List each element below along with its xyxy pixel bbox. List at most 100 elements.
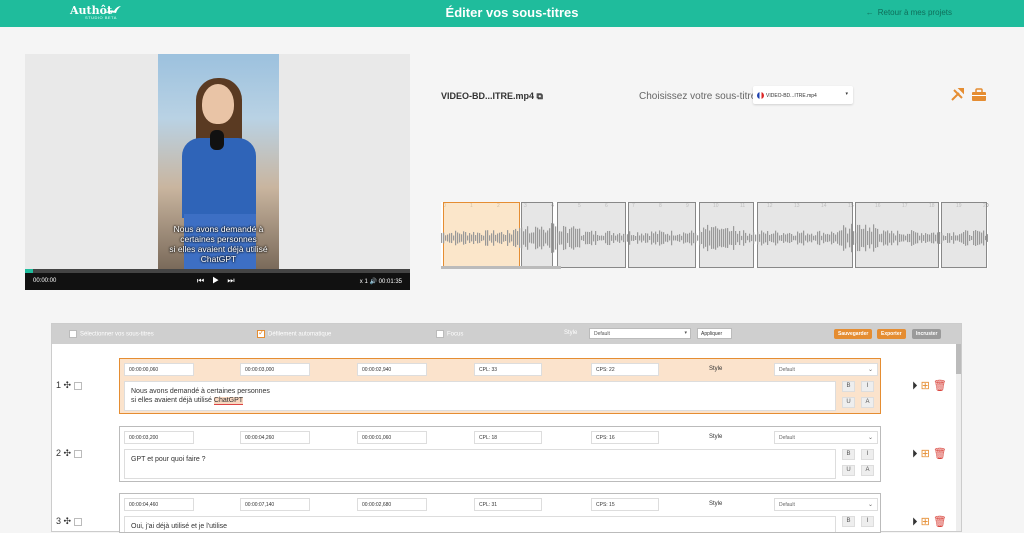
row-checkbox[interactable]: [73, 517, 82, 526]
row-checkbox[interactable]: [73, 381, 82, 390]
waveform-sample: [699, 230, 701, 246]
row-checkbox[interactable]: [73, 449, 82, 458]
auto-scroll-checkbox[interactable]: Défilement automatique: [257, 328, 331, 338]
export-button[interactable]: Exporter: [877, 329, 906, 339]
bold-button[interactable]: B: [842, 381, 855, 392]
subtitle-row[interactable]: 00:00:03,200 00:00:04,260 00:00:01,060 C…: [119, 426, 881, 482]
subtitle-text-editor[interactable]: GPT et pour quoi faire ?: [124, 449, 836, 479]
waveform-sample: [805, 235, 807, 241]
delete-row-icon[interactable]: 🗑: [933, 448, 947, 460]
playback-speed[interactable]: x 1: [360, 279, 368, 285]
play-segment-icon[interactable]: ⏵: [912, 380, 918, 392]
style-select[interactable]: Default ▾: [589, 328, 691, 339]
video-player[interactable]: Nous avons demandé à certaines personnes…: [25, 54, 410, 290]
briefcase-icon[interactable]: [971, 88, 987, 102]
row-style-select[interactable]: Default ⌄: [774, 431, 878, 444]
waveform-sample: [879, 234, 881, 242]
waveform-sample: [897, 230, 899, 246]
apply-button[interactable]: Appliquer: [697, 328, 732, 339]
editor-scrollbar[interactable]: [956, 344, 961, 531]
drag-handle-icon[interactable]: ✣: [64, 516, 72, 526]
row-style-select[interactable]: Default ⌄: [774, 498, 878, 511]
subtitle-text-editor[interactable]: Oui, j'ai déjà utilisé et je l'utilise: [124, 516, 836, 532]
italic-button[interactable]: I: [861, 381, 874, 392]
focus-checkbox[interactable]: Focus: [436, 330, 463, 338]
waveform-sample: [641, 233, 643, 243]
back-to-projects-link[interactable]: ← Retour à mes projets: [866, 8, 952, 17]
chevron-down-icon: ▾: [845, 91, 848, 97]
play-segment-icon[interactable]: ⏵: [912, 448, 918, 460]
underline-button[interactable]: U: [842, 397, 855, 408]
start-time-field[interactable]: 00:00:04,460: [124, 498, 194, 511]
delete-row-icon[interactable]: 🗑: [933, 516, 947, 528]
waveform-sample: [901, 234, 903, 242]
waveform-sample: [523, 231, 525, 245]
waveform-sample: [487, 230, 489, 246]
subtitle-select[interactable]: VIDEO-BD...ITRE.mp4 ▾: [753, 86, 853, 104]
waveform-sample: [809, 234, 811, 242]
end-time-field[interactable]: 00:00:07,140: [240, 498, 310, 511]
bold-button[interactable]: B: [842, 449, 855, 460]
waveform[interactable]: 01234567891011121314151617181920: [441, 202, 989, 268]
waveform-sample: [509, 233, 511, 243]
waveform-sample: [925, 233, 927, 243]
add-row-icon[interactable]: ⊞: [921, 448, 930, 460]
waveform-sample: [473, 231, 475, 245]
play-icon[interactable]: ▶: [212, 276, 227, 285]
waveform-sample: [943, 235, 945, 241]
duration-field[interactable]: 00:00:01,060: [357, 431, 427, 444]
skip-back-icon[interactable]: ⏮: [197, 276, 212, 285]
waveform-sample: [521, 227, 523, 249]
add-row-icon[interactable]: ⊞: [921, 516, 930, 528]
waveform-sample: [889, 233, 891, 243]
waveform-sample: [695, 233, 697, 243]
bold-button[interactable]: B: [842, 516, 855, 527]
tools-icon[interactable]: [950, 88, 965, 102]
waveform-sample: [553, 223, 555, 253]
waveform-sample: [491, 233, 493, 243]
add-row-icon[interactable]: ⊞: [921, 380, 930, 392]
delete-row-icon[interactable]: 🗑: [933, 380, 947, 392]
waveform-sample: [793, 235, 795, 241]
duration-field[interactable]: 00:00:02,680: [357, 498, 427, 511]
row-style-select[interactable]: Default ⌄: [774, 363, 878, 376]
waveform-sample: [953, 232, 955, 244]
waveform-sample: [709, 230, 711, 246]
end-time-field[interactable]: 00:00:04,260: [240, 431, 310, 444]
subtitle-text-editor[interactable]: Nous avons demandé à certaines personnes…: [124, 381, 836, 411]
drag-handle-icon[interactable]: ✣: [64, 448, 72, 458]
waveform-sample: [731, 230, 733, 246]
start-time-field[interactable]: 00:00:00,060: [124, 363, 194, 376]
color-button[interactable]: A: [861, 465, 874, 476]
waveform-sample: [739, 230, 741, 246]
waveform-sample: [529, 233, 531, 243]
end-time-field[interactable]: 00:00:03,000: [240, 363, 310, 376]
drag-handle-icon[interactable]: ✣: [64, 380, 72, 390]
duration-field[interactable]: 00:00:02,940: [357, 363, 427, 376]
video-frame: Nous avons demandé à certaines personnes…: [158, 54, 279, 269]
waveform-sample: [743, 230, 745, 246]
waveform-sample: [859, 224, 861, 252]
waveform-sample: [757, 231, 759, 245]
color-button[interactable]: A: [861, 397, 874, 408]
waveform-scrollbar[interactable]: [441, 266, 561, 269]
save-button[interactable]: Sauvegarder: [834, 329, 873, 339]
subtitle-row[interactable]: 00:00:04,460 00:00:07,140 00:00:02,680 C…: [119, 493, 881, 533]
underline-button[interactable]: U: [842, 465, 855, 476]
subtitle-row[interactable]: 00:00:00,060 00:00:03,000 00:00:02,940 C…: [119, 358, 881, 414]
waveform-sample: [471, 234, 473, 242]
italic-button[interactable]: I: [861, 449, 874, 460]
start-time-field[interactable]: 00:00:03,200: [124, 431, 194, 444]
volume-icon[interactable]: 🔊: [369, 279, 376, 285]
waveform-sample: [579, 228, 581, 248]
waveform-sample: [713, 227, 715, 249]
italic-button[interactable]: I: [861, 516, 874, 527]
skip-forward-icon[interactable]: ⏭: [227, 276, 242, 285]
play-segment-icon[interactable]: ⏵: [912, 516, 918, 528]
copy-icon[interactable]: ⧉: [534, 91, 543, 101]
waveform-sample: [647, 233, 649, 243]
embed-button[interactable]: Incruster: [912, 329, 942, 339]
waveform-sample: [543, 229, 545, 247]
select-all-checkbox[interactable]: Sélectionner vos sous-titres: [69, 330, 154, 338]
cps-field: CPS: 22: [591, 363, 659, 376]
